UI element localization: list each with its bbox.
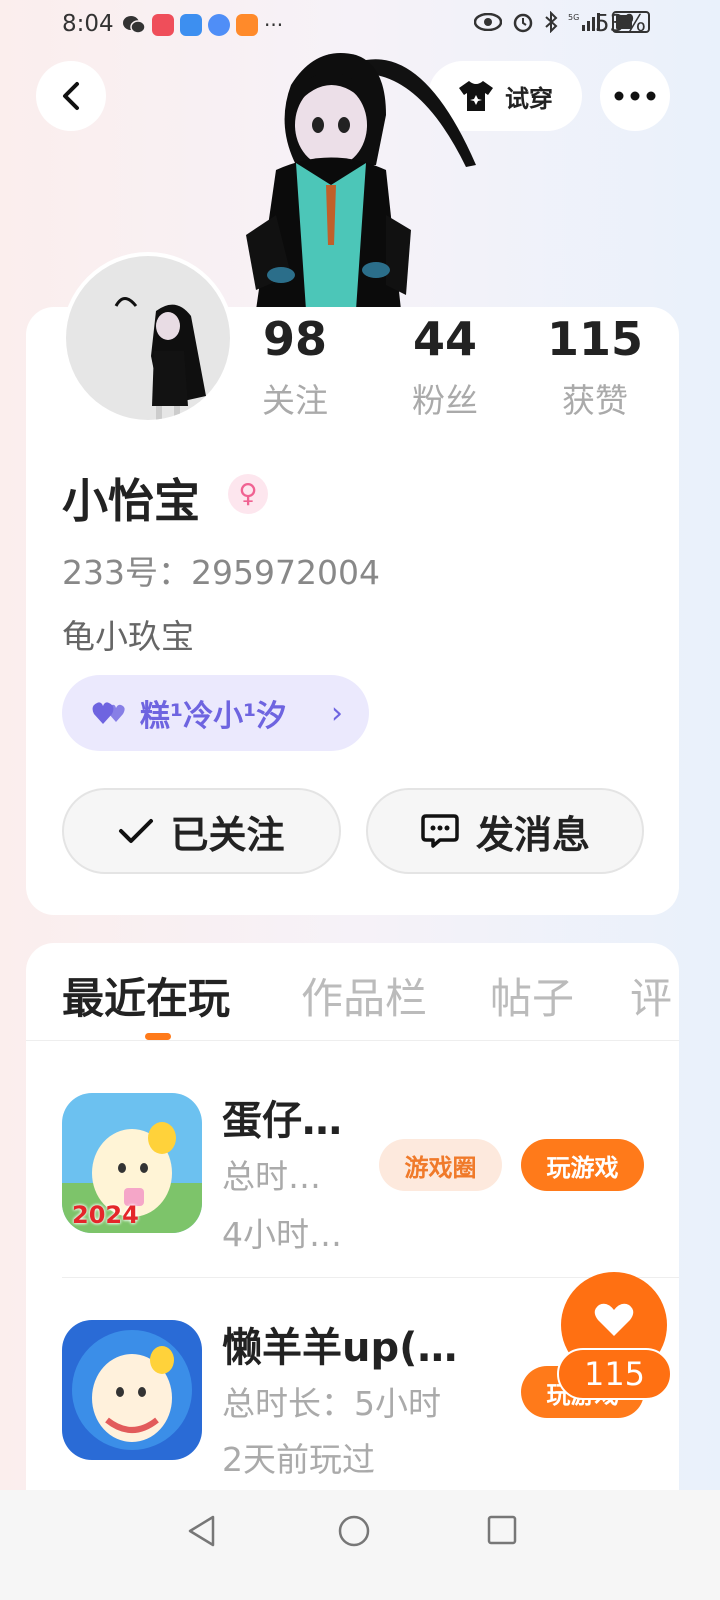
like-count-badge[interactable]: 115 [557, 1348, 672, 1400]
chevron-right-icon: › [331, 695, 343, 731]
following-label: 关注 [262, 381, 328, 420]
followed-label: 已关注 [170, 812, 285, 857]
followers-count: 44 [412, 312, 477, 366]
nav-back-icon[interactable] [186, 1514, 218, 1548]
game-title: 懒羊羊up(… [222, 1325, 458, 1371]
female-icon: ♀ [228, 474, 268, 514]
game-playtime: 总时长：5小时 [222, 1384, 441, 1423]
stat-following[interactable]: 98 关注 [220, 312, 370, 422]
game-title: 蛋仔… [222, 1098, 342, 1144]
bluetooth-icon [545, 11, 558, 33]
back-button[interactable] [36, 61, 106, 131]
followers-label: 粉丝 [412, 381, 478, 420]
system-navigation-bar [0, 1490, 720, 1600]
double-heart-icon [92, 702, 125, 724]
status-time: 8:04 [62, 11, 114, 37]
svg-text:5G: 5G [568, 13, 579, 22]
send-message-label: 发消息 [475, 812, 590, 857]
stat-followers[interactable]: 44 粉丝 [370, 312, 520, 422]
character-figure [246, 53, 476, 310]
profile-name: 小怡宝 [62, 474, 200, 528]
cloud-app-icon [180, 14, 202, 36]
wechat-icon [123, 16, 146, 34]
music-app-icon [208, 14, 230, 36]
tab-posts[interactable]: 帖子 [490, 965, 574, 1026]
alarm-icon [513, 13, 533, 33]
more-button[interactable] [600, 61, 670, 131]
game-icon-eggy-party[interactable]: 2024 [62, 1093, 202, 1233]
nav-home-icon[interactable] [337, 1514, 371, 1548]
status-notification-icons: ··· [122, 13, 283, 37]
status-bar: 8:04 ··· 5G 53% [0, 0, 720, 50]
profile-avatar[interactable] [62, 252, 234, 424]
avatar-image [66, 256, 230, 420]
cp-name: 糕¹冷小¹汐 [140, 699, 287, 734]
message-bubble-icon [421, 814, 459, 848]
following-count: 98 [262, 312, 327, 366]
tab-divider [26, 1040, 679, 1041]
game-last-played: 4小时… [222, 1215, 342, 1254]
likes-label: 获赞 [562, 381, 628, 420]
tab-works[interactable]: 作品栏 [301, 965, 427, 1026]
battery-percent: 53% [594, 11, 646, 37]
nav-recents-icon[interactable] [486, 1514, 518, 1546]
profile-bio: 龟小玖宝 [62, 617, 194, 656]
game-icon-badge: 2024 [72, 1201, 139, 1229]
likes-count: 115 [546, 312, 644, 366]
send-message-button[interactable]: 发消息 [366, 788, 644, 874]
game-icon-lazy-sheep[interactable] [62, 1320, 202, 1460]
stat-likes[interactable]: 115 获赞 [520, 312, 670, 422]
heart-icon [594, 1303, 634, 1336]
tab-reviews[interactable]: 评 [630, 965, 679, 1026]
more-notifications-icon: ··· [264, 13, 284, 37]
check-icon [119, 819, 154, 843]
video-app-icon [236, 14, 258, 36]
game-playtime: 总时… [222, 1157, 321, 1196]
profile-id: 233号：295972004 [62, 553, 380, 592]
cp-relation-chip[interactable]: 糕¹冷小¹汐 › [62, 675, 369, 751]
play-game-button[interactable]: 玩游戏 [521, 1139, 644, 1191]
try-on-label: 试穿 [505, 84, 553, 113]
chevron-left-icon [63, 82, 79, 110]
tab-recently-played[interactable]: 最近在玩 [62, 965, 230, 1026]
eye-icon [474, 13, 502, 31]
game-last-played: 2天前玩过 [222, 1440, 375, 1479]
game-circle-button[interactable]: 游戏圈 [379, 1139, 502, 1191]
row-divider [62, 1277, 679, 1278]
more-dots-icon [614, 91, 656, 101]
app-notification-icon [152, 14, 174, 36]
followed-button[interactable]: 已关注 [62, 788, 341, 874]
tab-active-indicator [145, 1033, 171, 1040]
